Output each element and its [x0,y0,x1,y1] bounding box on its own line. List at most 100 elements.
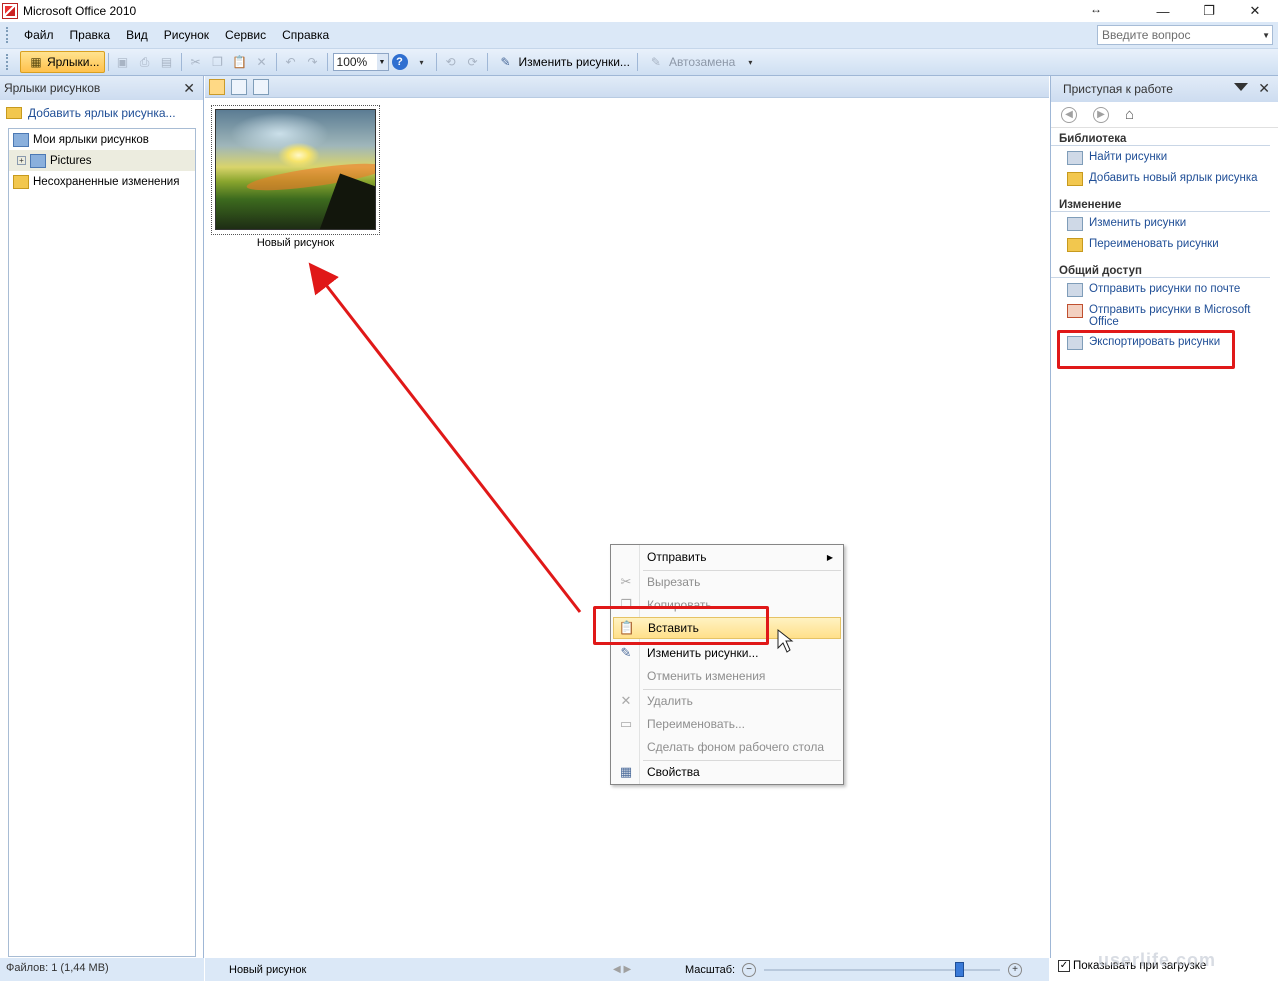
redo-icon[interactable]: ↷ [305,54,321,70]
edit-pictures-icon [1067,217,1083,231]
pane-navigation: ◀ ▶ ⌂ [1051,102,1278,128]
zoom-slider-thumb[interactable] [955,962,965,977]
window-title: Microsoft Office 2010 [23,4,137,18]
menu-item-set-wallpaper[interactable]: Сделать фоном рабочего стола [613,736,841,758]
menu-help[interactable]: Справка [274,28,337,42]
maximize-button[interactable]: ❐ [1186,0,1232,22]
menu-item-edit-pictures[interactable]: ✎ Изменить рисунки... [613,642,841,664]
shortcuts-tree: Мои ярлыки рисунков + Pictures Несохране… [8,128,196,957]
status-selected-name: Новый рисунок [229,963,307,976]
close-icon[interactable]: ✕ [1258,80,1270,97]
window-controls: — ❐ ✕ [1140,0,1278,22]
add-new-shortcut-link[interactable]: Добавить новый ярлык рисунка [1051,169,1278,190]
close-icon[interactable]: ✕ [183,80,195,97]
toolbar-separator [180,53,182,71]
menu-picture[interactable]: Рисунок [156,28,217,42]
find-pictures-link[interactable]: Найти рисунки [1051,148,1278,169]
rename-pictures-link[interactable]: Переименовать рисунки [1051,235,1278,256]
menu-view[interactable]: Вид [118,28,156,42]
delete-icon[interactable]: ✕ [254,54,270,70]
menu-tools[interactable]: Сервис [217,28,274,42]
minimize-button[interactable]: — [1140,0,1186,22]
edit-pictures-link[interactable]: Изменить рисунки [1051,214,1278,235]
zoom-out-icon[interactable]: − [742,962,756,977]
properties-icon: ▦ [619,764,633,779]
home-icon[interactable]: ⌂ [1125,106,1134,123]
filmstrip-view-icon[interactable] [231,78,247,95]
ask-dropdown-arrow-icon[interactable]: ▼ [1262,31,1270,40]
menu-edit[interactable]: Правка [62,28,119,42]
shortcuts-button[interactable]: ▦ Ярлыки... [20,51,105,73]
send-to-office-link[interactable]: Отправить рисунки в Microsoft Office [1051,301,1278,333]
print-icon[interactable]: ⎙ [137,54,153,70]
menu-item-undo-changes[interactable]: Отменить изменения [613,665,841,687]
menu-bar: Файл Правка Вид Рисунок Сервис Справка В… [0,22,1278,49]
autocorrect-button[interactable]: ✎ Автозамена [641,51,739,73]
cut-icon[interactable]: ✂ [188,54,204,70]
rotate-left-icon[interactable]: ⟲ [443,54,459,70]
scale-label: Масштаб: [685,963,736,976]
help-icon[interactable]: ? [391,54,408,70]
shortcuts-icon: ▦ [30,55,42,69]
checkbox-checked-icon[interactable]: ✓ [1058,960,1070,972]
save-icon[interactable]: ▣ [115,54,131,70]
menu-item-cut[interactable]: ✂ Вырезать [613,571,841,593]
copy-icon[interactable]: ❐ [210,54,226,70]
menu-item-delete[interactable]: ✕ Удалить [613,690,841,712]
back-icon[interactable]: ◀ [1061,106,1077,123]
prev-next-icon[interactable]: ◀ ▶ [613,964,631,975]
menubar-grip[interactable] [6,27,10,43]
ask-question-input[interactable]: Введите вопрос ▼ [1097,25,1273,45]
forward-icon[interactable]: ▶ [1093,106,1109,123]
edit-pictures-icon: ✎ [620,645,632,660]
cut-icon: ✂ [620,574,632,589]
toolbar-grip[interactable] [6,54,10,70]
email-pictures-link[interactable]: Отправить рисунки по почте [1051,280,1278,301]
menu-item-send[interactable]: Отправить ▶ [613,546,841,568]
tree-item-unsaved[interactable]: Несохраненные изменения [9,171,195,192]
zoom-dropdown-arrow-icon[interactable]: ▼ [376,54,388,70]
expand-icon[interactable]: + [17,156,26,165]
close-button[interactable]: ✕ [1232,0,1278,22]
pane-dropdown-icon[interactable] [1234,83,1248,91]
edit-pictures-button[interactable]: ✎ Изменить рисунки... [491,51,634,73]
picture-thumbnail[interactable] [211,105,380,235]
tree-item-label: Мои ярлыки рисунков [33,133,149,146]
delete-icon: ✕ [620,693,632,708]
paste-icon[interactable]: 📋 [232,54,248,70]
thumbnail-view-icon[interactable] [209,78,225,95]
menu-item-label: Отменить изменения [647,669,766,683]
edit-pictures-label: Изменить рисунки... [518,55,630,69]
toolbar-separator [636,53,638,71]
add-shortcut-link[interactable]: Добавить ярлык рисунка... [0,100,203,126]
tree-item-label: Pictures [50,154,92,167]
edit-pictures-icon: ✎ [500,55,511,69]
left-pane-header: Ярлыки рисунков ✕ [0,76,203,100]
toolbar-options-icon[interactable]: ▾ [742,54,758,70]
toolbar-separator [326,53,328,71]
office-send-icon [1067,304,1083,318]
zoom-in-icon[interactable]: + [1008,962,1022,977]
zoom-select[interactable]: 100% ▼ [332,53,389,71]
zoom-slider[interactable] [764,969,1000,971]
menu-item-label: Переименовать... [647,717,745,731]
right-pane-title: Приступая к работе [1063,82,1173,96]
undo-icon[interactable]: ↶ [283,54,299,70]
single-picture-view-icon[interactable] [253,78,269,95]
print-preview-icon[interactable]: ▤ [159,54,175,70]
email-icon [1067,283,1083,297]
thumbnail-area: Новый рисунок [205,76,1049,958]
left-pane-title: Ярлыки рисунков [4,81,101,95]
rotate-right-icon[interactable]: ⟳ [465,54,481,70]
menu-item-label: Изменить рисунки... [647,646,759,660]
resize-arrows-icon: ↔ [1090,2,1102,16]
toolbar-options-icon[interactable]: ▾ [414,54,430,70]
menu-item-rename[interactable]: ▭ Переименовать... [613,713,841,735]
menu-file[interactable]: Файл [16,28,62,42]
menu-item-properties[interactable]: ▦ Свойства [613,761,841,783]
menu-item-label: Сделать фоном рабочего стола [647,740,824,754]
export-highlight-box [1057,330,1235,369]
tree-item-pictures[interactable]: + Pictures [9,150,195,171]
tree-item-my-shortcuts[interactable]: Мои ярлыки рисунков [9,129,195,150]
toolbar-separator [486,53,488,71]
